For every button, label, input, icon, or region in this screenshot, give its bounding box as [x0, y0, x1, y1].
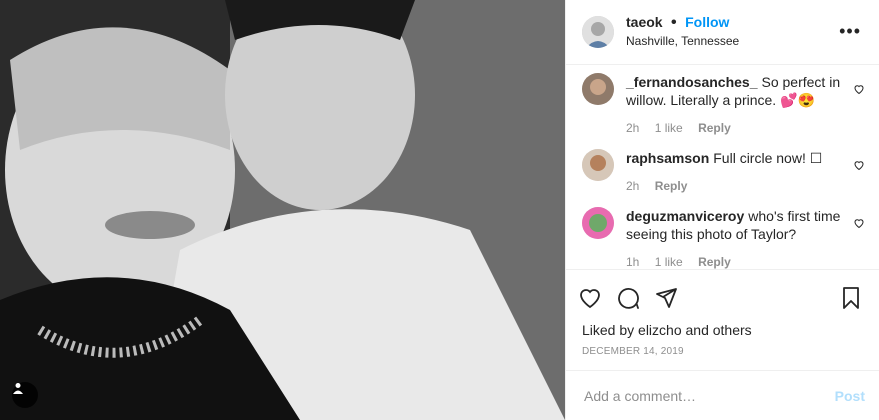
- comment-body: deguzmanviceroy who's first time seeing t…: [626, 207, 845, 269]
- comment-body: raphsamson Full circle now! ☐ 2h Reply: [626, 149, 845, 195]
- reply-button[interactable]: Reply: [655, 179, 688, 193]
- photo-illustration: [0, 0, 565, 420]
- avatar[interactable]: [582, 206, 614, 239]
- list-item: deguzmanviceroy who's first time seeing t…: [582, 206, 865, 269]
- comments-list: _fernandosanches_ So perfect in willow. L…: [566, 65, 879, 269]
- heart-icon[interactable]: [853, 83, 865, 95]
- comment-username[interactable]: deguzmanviceroy: [626, 208, 744, 224]
- share-icon[interactable]: [654, 286, 678, 310]
- avatar[interactable]: [582, 15, 614, 48]
- post-dialog: taeok • Follow Nashville, Tennessee ••• …: [0, 0, 879, 420]
- post-date[interactable]: DECEMBER 14, 2019: [582, 346, 863, 357]
- header-text: taeok • Follow Nashville, Tennessee: [626, 13, 835, 50]
- comment-meta: 2h 1 like Reply: [626, 119, 845, 137]
- comment-time[interactable]: 2h: [626, 179, 639, 193]
- commenter-avatar-image: [582, 148, 614, 181]
- comment-text: Full circle now! ☐: [713, 149, 823, 166]
- bookmark-icon[interactable]: [839, 286, 863, 310]
- avatar[interactable]: [582, 148, 614, 181]
- comment-input[interactable]: [582, 386, 835, 405]
- comment-likes[interactable]: 1 like: [655, 255, 683, 269]
- post-photo[interactable]: [0, 0, 565, 420]
- commenter-avatar-image: [582, 72, 614, 105]
- list-item: _fernandosanches_ So perfect in willow. L…: [582, 72, 865, 137]
- list-item: raphsamson Full circle now! ☐ 2h Reply: [582, 148, 865, 195]
- author-username[interactable]: taeok: [626, 14, 663, 30]
- comment-time[interactable]: 2h: [626, 121, 639, 135]
- post-comment-button[interactable]: Post: [835, 388, 865, 404]
- comment-meta: 1h 1 like Reply: [626, 253, 845, 269]
- liked-by-text[interactable]: Liked by elizcho and others: [582, 322, 863, 338]
- comment-icon[interactable]: [616, 286, 640, 310]
- heart-icon[interactable]: [853, 159, 865, 171]
- post-actions: Liked by elizcho and others DECEMBER 14,…: [566, 269, 879, 370]
- author-avatar-image: [582, 15, 614, 48]
- follow-button[interactable]: Follow: [685, 14, 729, 30]
- tagged-users-button[interactable]: [12, 382, 38, 408]
- post-header: taeok • Follow Nashville, Tennessee •••: [566, 0, 879, 65]
- reply-button[interactable]: Reply: [698, 121, 731, 135]
- heart-icon[interactable]: [853, 217, 865, 229]
- more-options-icon[interactable]: •••: [835, 17, 865, 46]
- commenter-avatar-image: [582, 206, 614, 239]
- comment-time[interactable]: 1h: [626, 255, 639, 269]
- separator-dot: •: [671, 14, 677, 32]
- post-location[interactable]: Nashville, Tennessee: [626, 32, 835, 50]
- action-icons: [578, 278, 867, 318]
- post-sidebar: taeok • Follow Nashville, Tennessee ••• …: [565, 0, 879, 420]
- like-heart-icon[interactable]: [578, 286, 602, 310]
- person-icon: [13, 383, 23, 394]
- reply-button[interactable]: Reply: [698, 255, 731, 269]
- comment-meta: 2h Reply: [626, 177, 845, 195]
- comment-username[interactable]: raphsamson: [626, 150, 709, 166]
- comment-composer: Post: [566, 370, 879, 420]
- comment-username[interactable]: _fernandosanches_: [626, 74, 758, 90]
- comment-body: _fernandosanches_ So perfect in willow. L…: [626, 73, 845, 137]
- avatar[interactable]: [582, 72, 614, 105]
- comment-likes[interactable]: 1 like: [655, 121, 683, 135]
